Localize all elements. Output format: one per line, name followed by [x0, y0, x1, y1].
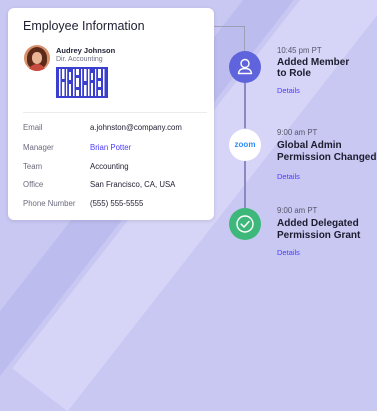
check-icon	[229, 208, 261, 240]
employee-role: Dir. Accounting	[56, 56, 103, 63]
office-value: San Francisco, CA, USA	[90, 180, 176, 189]
event-title: Added Delegated	[277, 218, 359, 229]
team-value: Accounting	[90, 162, 129, 171]
event-details-link[interactable]: Details	[277, 248, 300, 257]
field-label: Phone Number	[23, 199, 76, 208]
manager-link[interactable]: Brian Potter	[90, 143, 131, 152]
event-title: to Role	[277, 68, 311, 79]
event-time: 10:45 pm PT	[277, 46, 322, 55]
divider	[23, 112, 207, 113]
event-details-link[interactable]: Details	[277, 86, 300, 95]
card-title: Employee Information	[23, 19, 145, 33]
phone-value: (555) 555-5555	[90, 199, 144, 208]
event-details-link[interactable]: Details	[277, 172, 300, 181]
timeline-connector	[244, 26, 245, 51]
timeline-line	[244, 83, 246, 128]
event-title: Global Admin	[277, 140, 342, 151]
field-label: Email	[23, 123, 43, 132]
employee-name: Audrey Johnson	[56, 46, 116, 55]
avatar	[24, 45, 50, 71]
timeline-connector	[214, 26, 244, 27]
user-icon	[229, 51, 261, 83]
event-time: 9:00 am PT	[277, 128, 318, 137]
employee-info-card: Employee Information Audrey Johnson Dir.…	[8, 8, 214, 220]
event-time: 9:00 am PT	[277, 206, 318, 215]
timeline-line	[244, 158, 246, 208]
field-label: Team	[23, 162, 43, 171]
event-title: Permission Grant	[277, 230, 361, 241]
zoom-logo-icon: zoom	[229, 129, 261, 161]
badge-barcode-icon	[56, 67, 108, 98]
field-label: Office	[23, 180, 44, 189]
event-title: Added Member	[277, 57, 350, 68]
email-value: a.johnston@company.com	[90, 123, 182, 132]
event-title: Permission Changed	[277, 152, 377, 163]
field-label: Manager	[23, 143, 54, 152]
